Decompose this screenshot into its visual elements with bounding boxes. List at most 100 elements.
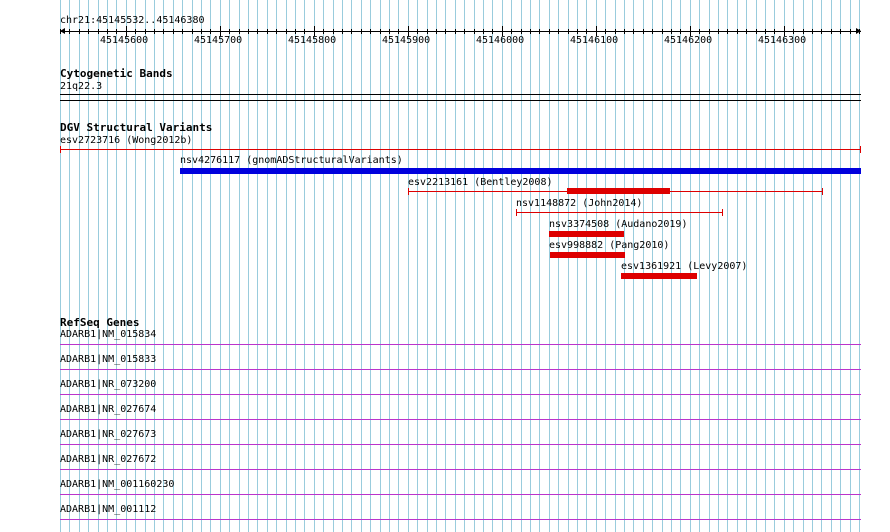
ruler-minor-tick (380, 29, 381, 34)
gene-transcript[interactable] (60, 394, 861, 395)
ruler-minor-tick (69, 29, 70, 34)
ruler-minor-tick (539, 29, 540, 34)
ruler-minor-tick (718, 29, 719, 34)
ruler-minor-tick (361, 29, 362, 34)
sv-label: esv2723716 (Wong2012b) (60, 135, 193, 146)
sv-feature[interactable] (550, 252, 625, 258)
tick-label: 45145600 (100, 35, 149, 46)
cytoband-track-title: Cytogenetic Bands (60, 67, 173, 80)
ruler-minor-tick (107, 29, 108, 34)
ruler-minor-tick (267, 29, 268, 34)
ruler-minor-tick (812, 29, 813, 34)
ruler-minor-tick (530, 29, 531, 34)
ruler-minor-tick (831, 29, 832, 34)
ruler-minor-tick (793, 29, 794, 34)
ruler-minor-tick (98, 29, 99, 34)
ruler-minor-tick (417, 29, 418, 34)
location-label: chr21:45145532..45146380 (60, 15, 205, 26)
sv-label: nsv4276117 (gnomADStructuralVariants) (180, 155, 403, 166)
sv-label: nsv1148872 (John2014) (516, 198, 643, 209)
ruler-minor-tick (577, 29, 578, 34)
ruler-minor-tick (248, 29, 249, 34)
sv-feature[interactable] (549, 231, 624, 237)
ruler-minor-tick (859, 29, 860, 34)
sv-label: esv998882 (Pang2010) (549, 240, 670, 251)
ruler-minor-tick (662, 29, 663, 34)
ruler-minor-tick (135, 29, 136, 34)
gene-transcript[interactable] (60, 519, 861, 520)
tick-label: 45146300 (758, 35, 807, 46)
sv-feature[interactable] (516, 212, 723, 213)
ruler-minor-tick (680, 29, 681, 34)
ruler-minor-tick (455, 29, 456, 34)
ruler-minor-tick (398, 29, 399, 34)
sv-feature[interactable] (180, 168, 861, 174)
ruler-minor-tick (803, 29, 804, 34)
ruler-minor-tick (774, 29, 775, 34)
sv-endcap (408, 188, 409, 195)
cytoband-outline-bottom (60, 100, 861, 101)
gene-label: ADARB1|NR_027673 (60, 429, 157, 440)
sv-label: esv1361921 (Levy2007) (621, 261, 748, 272)
sv-feature[interactable] (621, 273, 697, 279)
ruler-minor-tick (60, 29, 61, 34)
sv-endcap (822, 188, 823, 195)
ruler-minor-tick (145, 29, 146, 34)
ruler-minor-tick (436, 29, 437, 34)
ruler-minor-tick (474, 29, 475, 34)
gene-label: ADARB1|NM_015833 (60, 354, 157, 365)
gene-transcript[interactable] (60, 419, 861, 420)
ruler-minor-tick (840, 29, 841, 34)
gene-transcript[interactable] (60, 369, 861, 370)
ruler-minor-tick (549, 29, 550, 34)
ruler-minor-tick (746, 29, 747, 34)
ruler-minor-tick (342, 29, 343, 34)
ruler-minor-tick (521, 29, 522, 34)
ruler-minor-tick (558, 29, 559, 34)
gene-label: ADARB1|NR_027672 (60, 454, 157, 465)
ruler-minor-tick (709, 29, 710, 34)
gene-label: ADARB1|NR_027674 (60, 404, 157, 415)
refseq-track-title: RefSeq Genes (60, 316, 140, 329)
tick-label: 45146000 (476, 35, 525, 46)
gene-label: ADARB1|NM_001112 (60, 504, 157, 515)
gene-transcript[interactable] (60, 469, 861, 470)
ruler-minor-tick (737, 29, 738, 34)
ruler-minor-tick (671, 29, 672, 34)
ruler-minor-tick (727, 29, 728, 34)
sv-label: nsv3374508 (Audano2019) (549, 219, 688, 230)
gene-label: ADARB1|NM_015834 (60, 329, 157, 340)
ruler-minor-tick (192, 29, 193, 34)
gene-transcript[interactable] (60, 494, 861, 495)
sv-feature-block[interactable] (567, 188, 670, 194)
gene-label: ADARB1|NM_001160230 (60, 479, 175, 490)
ruler-minor-tick (333, 29, 334, 34)
sv-endcap (60, 146, 61, 153)
ruler-minor-tick (201, 29, 202, 34)
ruler-minor-tick (427, 29, 428, 34)
ruler-minor-tick (652, 29, 653, 34)
sv-feature[interactable] (60, 149, 861, 150)
ruler-minor-tick (323, 29, 324, 34)
gene-transcript[interactable] (60, 344, 861, 345)
gene-label: ADARB1|NR_073200 (60, 379, 157, 390)
ruler-minor-tick (182, 29, 183, 34)
ruler-minor-tick (464, 29, 465, 34)
ruler-minor-tick (163, 29, 164, 34)
ruler-line (60, 31, 861, 32)
ruler-minor-tick (445, 29, 446, 34)
ruler-minor-tick (370, 29, 371, 34)
ruler-minor-tick (173, 29, 174, 34)
ruler-minor-tick (615, 29, 616, 34)
ruler-minor-tick (624, 29, 625, 34)
ruler-minor-tick (756, 29, 757, 34)
ruler-minor-tick (492, 29, 493, 34)
gene-transcript[interactable] (60, 444, 861, 445)
ruler-minor-tick (586, 29, 587, 34)
ruler-minor-tick (643, 29, 644, 34)
ruler-minor-tick (605, 29, 606, 34)
sv-endcap (722, 209, 723, 216)
cytoband-label[interactable]: 21q22.3 (60, 81, 102, 92)
ruler-minor-tick (276, 29, 277, 34)
ruler-minor-tick (229, 29, 230, 34)
